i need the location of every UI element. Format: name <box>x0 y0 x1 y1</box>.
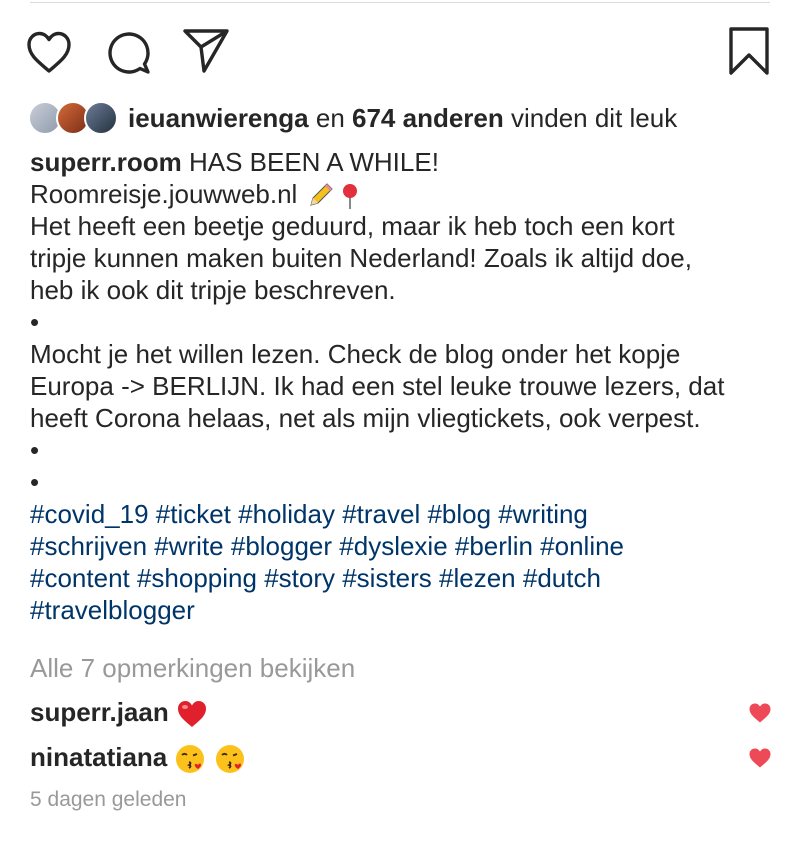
comment-username[interactable]: superr.jaan <box>30 697 169 727</box>
red-heart-icon <box>177 701 206 728</box>
caption-line: heb ik ook dit tripje beschreven. <box>30 275 396 305</box>
hashtags-line[interactable]: #content #shopping #story #sisters #leze… <box>30 562 780 594</box>
comment-row: superr.jaan <box>30 695 772 729</box>
caption-line: Europa -> BERLIJN. Ik had een stel leuke… <box>30 371 725 401</box>
kissing-face-icon <box>176 745 205 774</box>
caption-title: HAS BEEN A WHILE! <box>188 147 439 177</box>
liker-username[interactable]: ieuanwierenga <box>128 103 309 134</box>
comment-row: ninatatiana <box>30 740 772 775</box>
caption-username[interactable]: superr.room <box>30 147 182 177</box>
comment-like-icon[interactable] <box>748 747 772 769</box>
hashtags-line[interactable]: #schrijven #write #blogger #dyslexie #be… <box>30 530 780 562</box>
caption-line: Mocht je het willen lezen. Check de blog… <box>30 339 681 369</box>
post-timestamp: 5 dagen geleden <box>30 788 187 811</box>
divider <box>30 2 770 3</box>
hashtags-line[interactable]: #travelblogger <box>30 594 780 626</box>
caption-dot: • <box>30 307 40 337</box>
post-caption: superr.room HAS BEEN A WHILE! Roomreisje… <box>30 146 780 626</box>
caption-dot: • <box>30 467 40 497</box>
bookmark-icon[interactable] <box>727 26 771 76</box>
pushpin-icon <box>342 184 357 210</box>
pencil-icon <box>309 183 333 206</box>
comment-icon[interactable] <box>104 28 152 76</box>
share-icon[interactable] <box>182 28 230 74</box>
liker-avatars <box>28 101 120 135</box>
caption-dot: • <box>30 435 40 465</box>
action-bar <box>0 26 800 78</box>
caption-line: heeft Corona helaas, net als mijn vliegt… <box>30 403 701 433</box>
hashtags-line[interactable]: #covid_19 #ticket #holiday #travel #blog… <box>30 498 780 530</box>
comment-like-icon[interactable] <box>748 702 772 724</box>
likes-count[interactable]: 674 anderen <box>352 103 504 134</box>
caption-line: Het heeft een beetje geduurd, maar ik he… <box>30 211 675 241</box>
view-all-comments-link[interactable]: Alle 7 opmerkingen bekijken <box>30 651 355 685</box>
likes-summary: ieuanwierenga en 674 anderen vinden dit … <box>28 98 677 138</box>
comment-username[interactable]: ninatatiana <box>30 742 167 772</box>
heart-icon[interactable] <box>25 30 73 74</box>
kissing-face-icon <box>215 745 244 774</box>
likes-connector: en <box>315 102 345 133</box>
caption-line: tripje kunnen maken buiten Nederland! Zo… <box>30 243 692 273</box>
likes-suffix: vinden dit leuk <box>511 102 678 133</box>
avatar[interactable] <box>84 101 118 135</box>
caption-link: Roomreisje.jouwweb.nl <box>30 179 298 209</box>
